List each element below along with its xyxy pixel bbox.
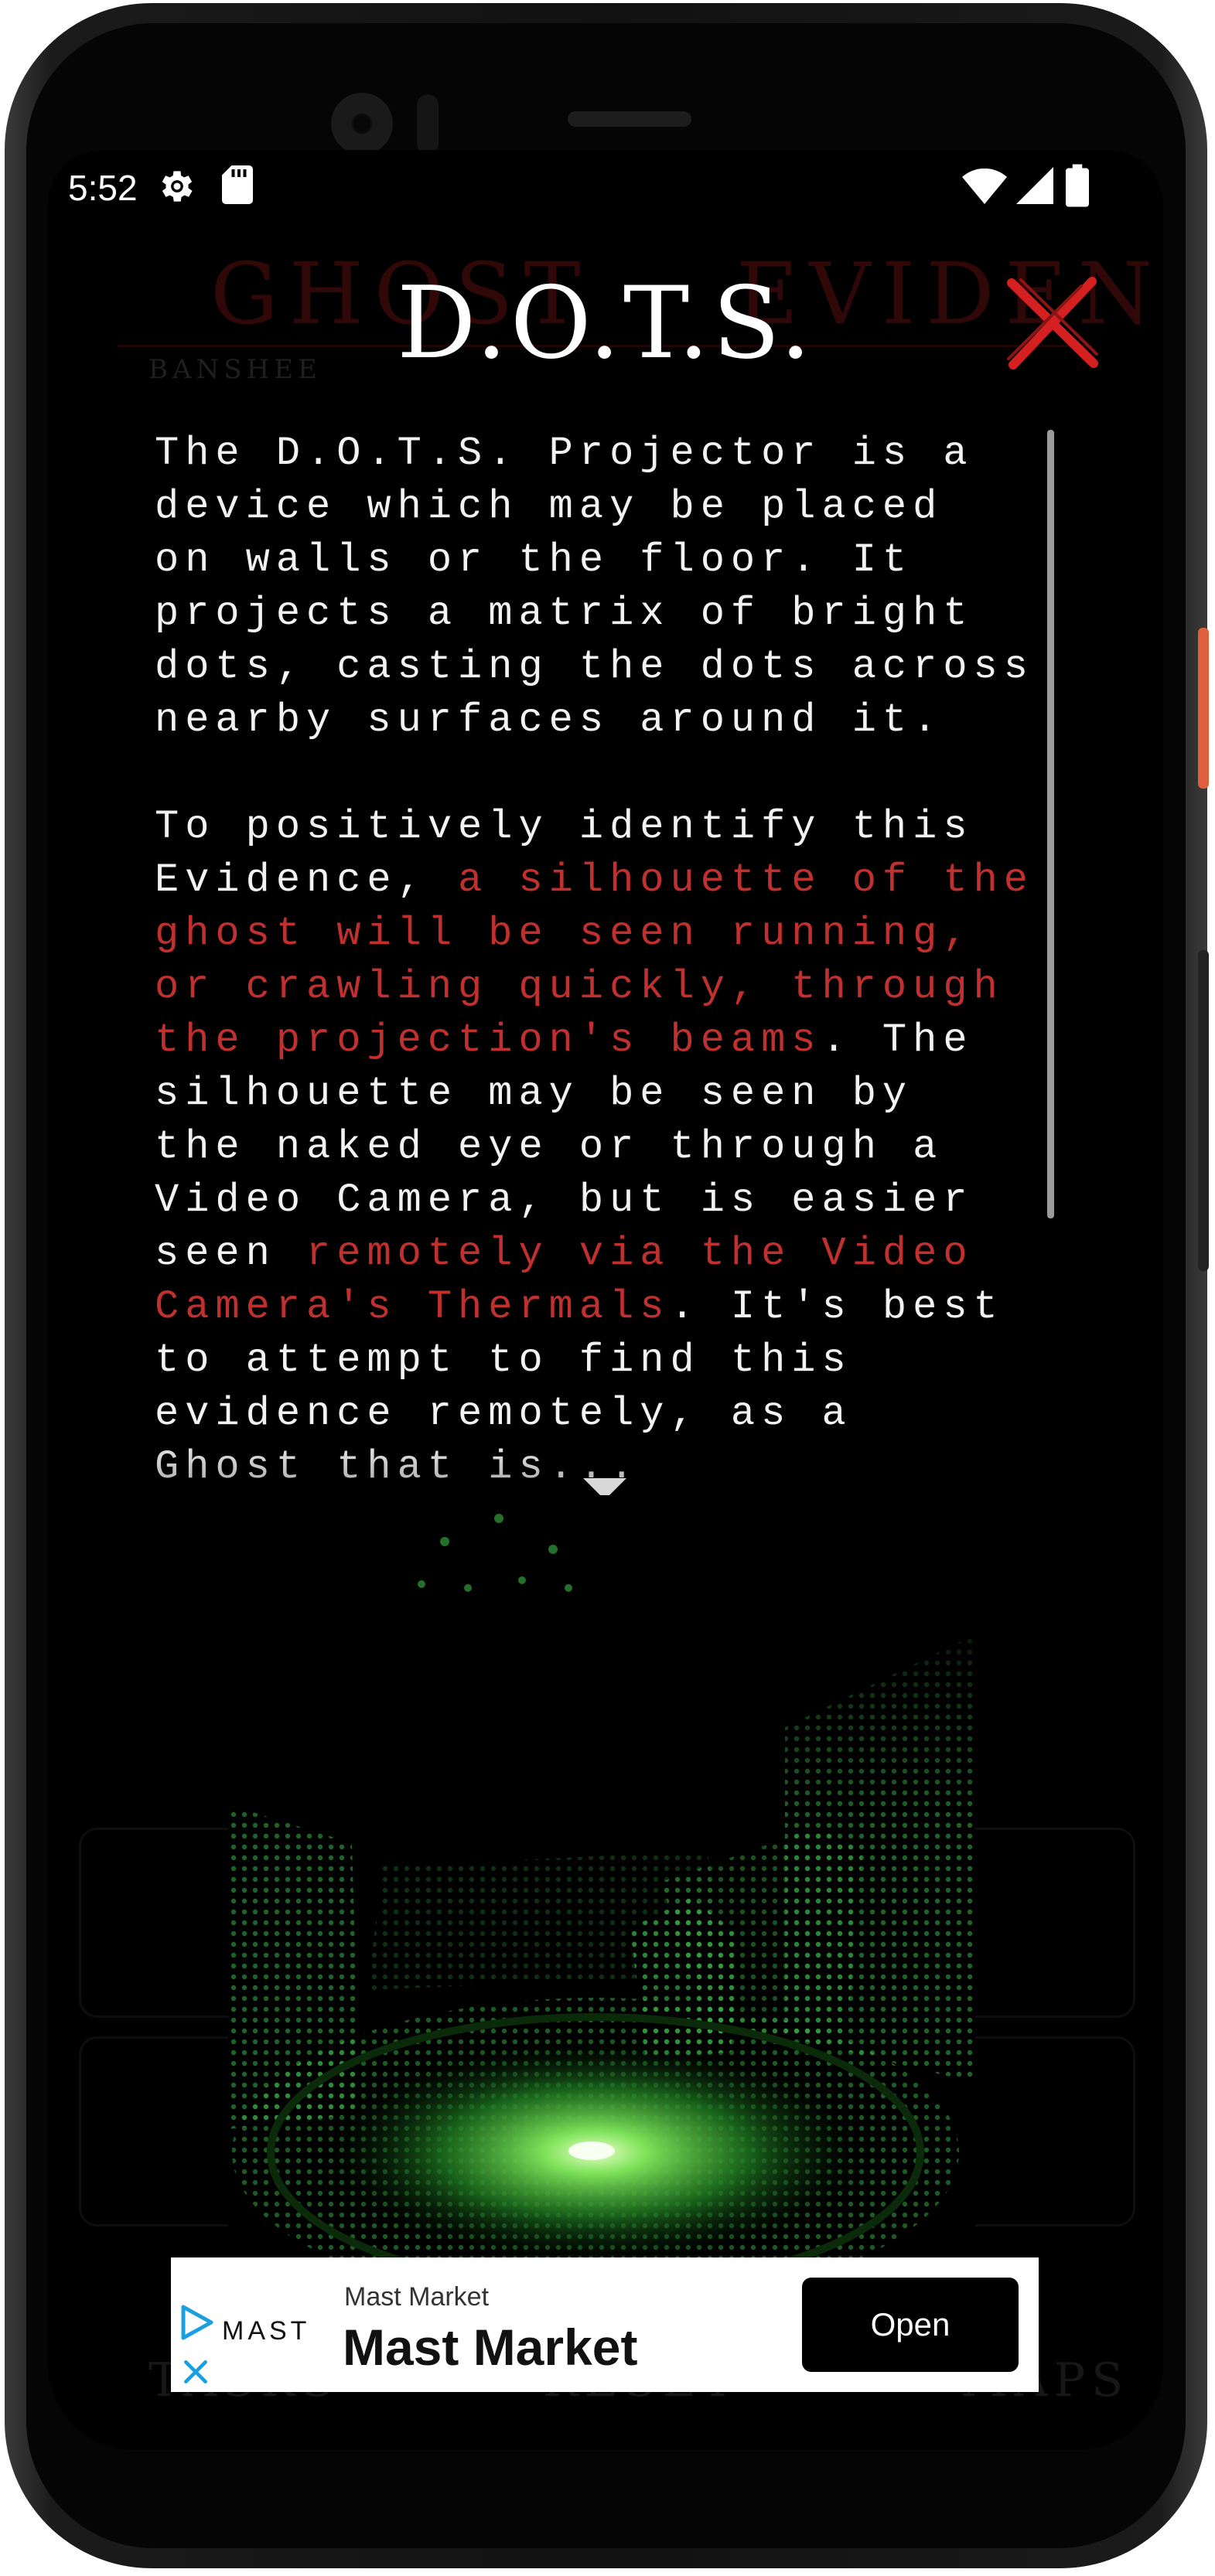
description-paragraph: To positively identify this Evidence, a …	[155, 800, 1075, 1494]
ad-advertiser-label: Mast Market	[344, 2282, 490, 2312]
app-screen: GHOST EVIDENCE BANSHEE TASKS RESET MAPS …	[48, 150, 1163, 2450]
earpiece-speaker	[568, 111, 691, 127]
sd-card-icon	[222, 165, 253, 204]
dots-projector-image	[228, 1495, 975, 2276]
ad-headline[interactable]: Mast Market	[343, 2318, 637, 2377]
description-text: The D.O.T.S. Projector is a device which…	[155, 431, 1034, 743]
wifi-icon	[962, 169, 1007, 204]
power-button	[1198, 628, 1209, 789]
volume-button	[1198, 950, 1209, 1271]
description-paragraph: The D.O.T.S. Projector is a device which…	[155, 427, 1075, 747]
evidence-description[interactable]: The D.O.T.S. Projector is a device which…	[155, 427, 1075, 1602]
front-camera	[331, 93, 393, 155]
description-scrollbar[interactable]	[1047, 430, 1054, 1218]
status-bar: 5:52	[48, 150, 1163, 220]
ad-close-icon[interactable]	[182, 2358, 210, 2386]
signal-icon	[1016, 167, 1053, 204]
dialog-title: D.O.T.S.	[397, 266, 814, 381]
battery-icon	[1066, 164, 1089, 207]
gear-icon	[162, 171, 193, 202]
ad-open-button[interactable]: Open	[802, 2278, 1019, 2372]
proximity-sensor	[417, 94, 439, 155]
close-icon[interactable]	[1004, 274, 1101, 371]
status-time: 5:52	[68, 168, 138, 208]
ad-banner[interactable]: MAST Mast Market Mast Market Open	[171, 2257, 1039, 2392]
ad-play-icon	[181, 2305, 213, 2340]
ad-brand-logo: MAST	[222, 2316, 311, 2346]
